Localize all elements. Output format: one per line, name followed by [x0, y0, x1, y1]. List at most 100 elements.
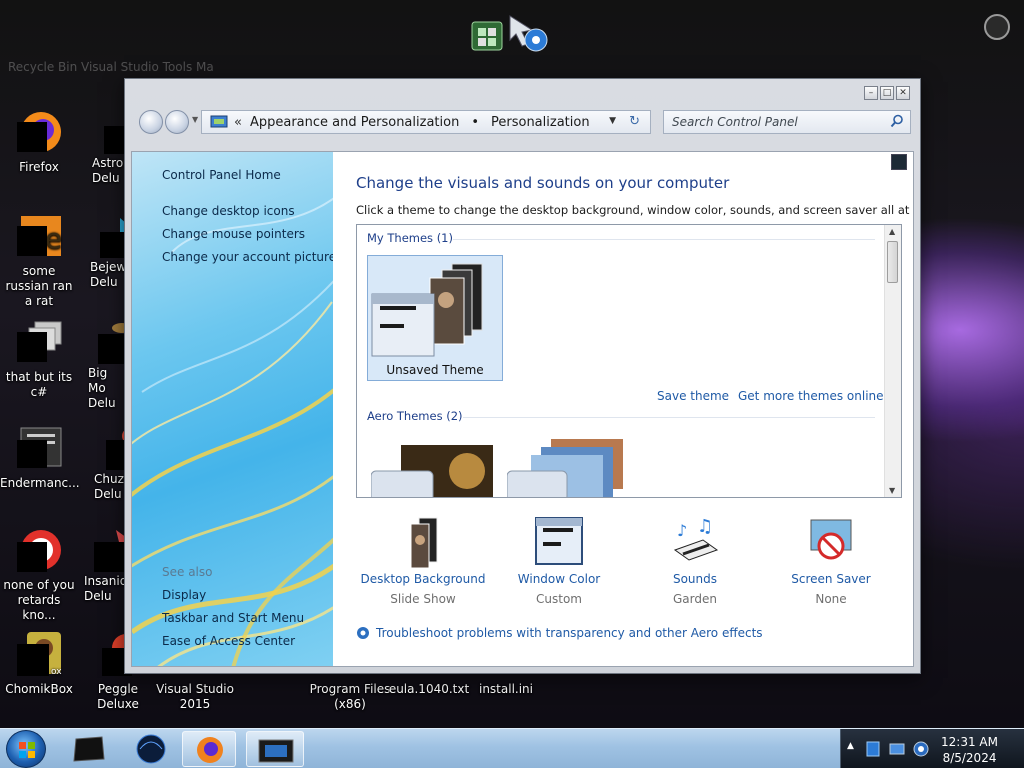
personalization-window: – □ ✕ ▼ « Appearance and Personalization… — [124, 78, 921, 674]
window-controls: – □ ✕ — [864, 86, 910, 100]
scroll-thumb[interactable] — [887, 241, 898, 283]
file-icon: e — [15, 212, 63, 260]
desktop-icon-big-money[interactable]: Big Mo Delu — [80, 318, 132, 411]
hamster-icon: ox — [15, 630, 63, 678]
app-icon — [73, 736, 105, 762]
main-content: Change the visuals and sounds on your co… — [333, 152, 913, 666]
maximize-button[interactable]: □ — [880, 86, 894, 100]
desktop-icon-astro[interactable]: Astro Delu — [80, 108, 136, 186]
desktop-icon-program-files[interactable]: Program Files (x86) — [304, 682, 396, 712]
desktop-icon-visual-studio[interactable]: Visual Studio 2015 — [156, 682, 234, 712]
breadcrumb-personalization[interactable]: Personalization — [491, 115, 590, 130]
taskbar-app-firefox[interactable] — [182, 731, 236, 767]
window-body: Control Panel Home Change desktop icons … — [131, 151, 914, 667]
theme-thumbnail — [371, 263, 483, 357]
top-right-corner-button[interactable] — [984, 14, 1010, 40]
desktop-icon-label: Astro Delu — [92, 156, 124, 185]
theme-list-scrollbar[interactable]: ▲ ▼ — [884, 225, 901, 497]
dock-icons[interactable] — [440, 12, 580, 60]
desktop-icon-label: Bejew Delu — [90, 260, 127, 289]
screen-saver-setting[interactable]: Screen Saver None — [761, 516, 901, 606]
desktop-icon-insaniquarium[interactable]: Insaniq Delu — [80, 526, 130, 604]
desktop-icon-label: Chuz Delu — [94, 472, 124, 501]
setting-title[interactable]: Desktop Background — [353, 572, 493, 586]
address-field[interactable]: « Appearance and Personalization • Perso… — [201, 110, 651, 134]
setting-value: Garden — [673, 592, 717, 606]
clock[interactable]: 12:31 AM 8/5/2024 — [941, 734, 998, 766]
stacked-windows-icon — [15, 318, 63, 366]
scroll-down-arrow-icon[interactable]: ▼ — [889, 486, 895, 495]
clock-date: 8/5/2024 — [942, 751, 997, 765]
scroll-up-arrow-icon[interactable]: ▲ — [889, 227, 895, 236]
desktop-background-icon — [397, 516, 449, 569]
desktop-icon-label: Endermanc... — [0, 476, 80, 490]
change-desktop-icons-link[interactable]: Change desktop icons — [162, 204, 295, 218]
setting-title[interactable]: Screen Saver — [761, 572, 901, 586]
desktop-icon-firefox[interactable]: Firefox — [0, 108, 78, 175]
page-title: Change the visuals and sounds on your co… — [356, 174, 730, 192]
desktop-icon-that-but-its-csharp[interactable]: that but its c# — [0, 318, 78, 400]
close-button[interactable]: ✕ — [896, 86, 910, 100]
window-color-icon — [533, 516, 585, 568]
theme-label: Unsaved Theme — [386, 363, 484, 377]
tray-volume-icon[interactable] — [913, 740, 929, 761]
save-theme-link[interactable]: Save theme — [657, 389, 729, 403]
navigation-bar: ▼ « Appearance and Personalization • Per… — [133, 105, 913, 139]
sounds-icon: ♪ ♫ — [669, 516, 721, 568]
control-panel-icon — [210, 114, 228, 130]
tray-network-icon[interactable] — [889, 741, 905, 760]
system-tray: ▲ 12:31 AM 8/5/2024 — [840, 729, 1024, 768]
minimize-button[interactable]: – — [864, 86, 878, 100]
theme-thumbnail — [370, 445, 493, 497]
forward-button[interactable] — [165, 110, 189, 134]
theme-unsaved[interactable]: Unsaved Theme — [367, 255, 503, 381]
breadcrumb-separator[interactable]: • — [471, 115, 479, 130]
troubleshoot-text[interactable]: Troubleshoot problems with transparency … — [376, 626, 763, 640]
setting-title[interactable]: Window Color — [489, 572, 629, 586]
troubleshoot-icon — [356, 626, 370, 640]
display-link[interactable]: Display — [162, 588, 206, 602]
refresh-icon[interactable]: ↻ — [629, 114, 640, 129]
sounds-setting[interactable]: ♪ ♫ Sounds Garden — [625, 516, 765, 606]
help-icon[interactable] — [891, 154, 907, 170]
top-dock — [440, 12, 580, 60]
get-more-themes-link[interactable]: Get more themes online — [738, 389, 884, 403]
recent-pages-dropdown-icon[interactable]: ▼ — [192, 115, 198, 124]
desktop-icon-endermanch[interactable]: Endermanc... — [0, 424, 80, 491]
clock-time: 12:31 AM — [941, 735, 998, 749]
taskbar-app-black-box[interactable] — [62, 731, 116, 767]
desktop-icon-bejeweled[interactable]: Bejew Delu — [80, 212, 134, 290]
breadcrumb-chevron[interactable]: « — [234, 115, 242, 130]
desktop-icon-none-of-you[interactable]: none of you retards kno... — [0, 526, 78, 623]
page-description: Click a theme to change the desktop back… — [356, 203, 914, 217]
desktop-icon-install-ini[interactable]: install.ini — [468, 682, 544, 697]
search-icon[interactable] — [890, 114, 904, 131]
control-panel-home-link[interactable]: Control Panel Home — [162, 168, 281, 182]
troubleshoot-link[interactable]: Troubleshoot problems with transparency … — [356, 626, 763, 640]
desktop-icon-eula[interactable]: eula.1040.txt — [388, 682, 470, 697]
taskbar-start-menu-link[interactable]: Taskbar and Start Menu — [162, 611, 304, 625]
search-input[interactable]: Search Control Panel — [663, 110, 911, 134]
desktop-icon-chuzzle[interactable]: Chuz Delu — [80, 424, 138, 502]
start-button[interactable] — [6, 730, 46, 768]
desktop-icon-label: some russian ran a rat — [5, 264, 73, 308]
screen-saver-icon — [805, 516, 857, 568]
taskbar-app-control-panel[interactable] — [246, 731, 304, 767]
tray-action-center-icon[interactable] — [865, 740, 881, 761]
ease-of-access-link[interactable]: Ease of Access Center — [162, 634, 295, 648]
theme-aero-1[interactable] — [370, 441, 495, 497]
back-button[interactable] — [139, 110, 163, 134]
address-dropdown-icon[interactable]: ▼ — [609, 116, 616, 126]
window-color-setting[interactable]: Window Color Custom — [489, 516, 629, 606]
breadcrumb-appearance-and-personalization[interactable]: Appearance and Personalization — [250, 115, 459, 130]
desktop-background-setting[interactable]: Desktop Background Slide Show — [353, 516, 493, 606]
desktop-icon-some-russian[interactable]: e some russian ran a rat — [0, 212, 78, 309]
setting-title[interactable]: Sounds — [625, 572, 765, 586]
change-account-picture-link[interactable]: Change your account picture — [162, 250, 333, 264]
change-mouse-pointers-link[interactable]: Change mouse pointers — [162, 227, 305, 241]
theme-aero-2[interactable] — [506, 437, 631, 497]
tray-expand-arrow-icon[interactable]: ▲ — [847, 741, 854, 751]
theme-list: My Themes (1) Unsaved Theme Save theme G… — [356, 224, 902, 498]
desktop-icon-chomikbox[interactable]: ox ChomikBox — [0, 630, 78, 697]
taskbar-app-globe[interactable] — [124, 731, 178, 767]
